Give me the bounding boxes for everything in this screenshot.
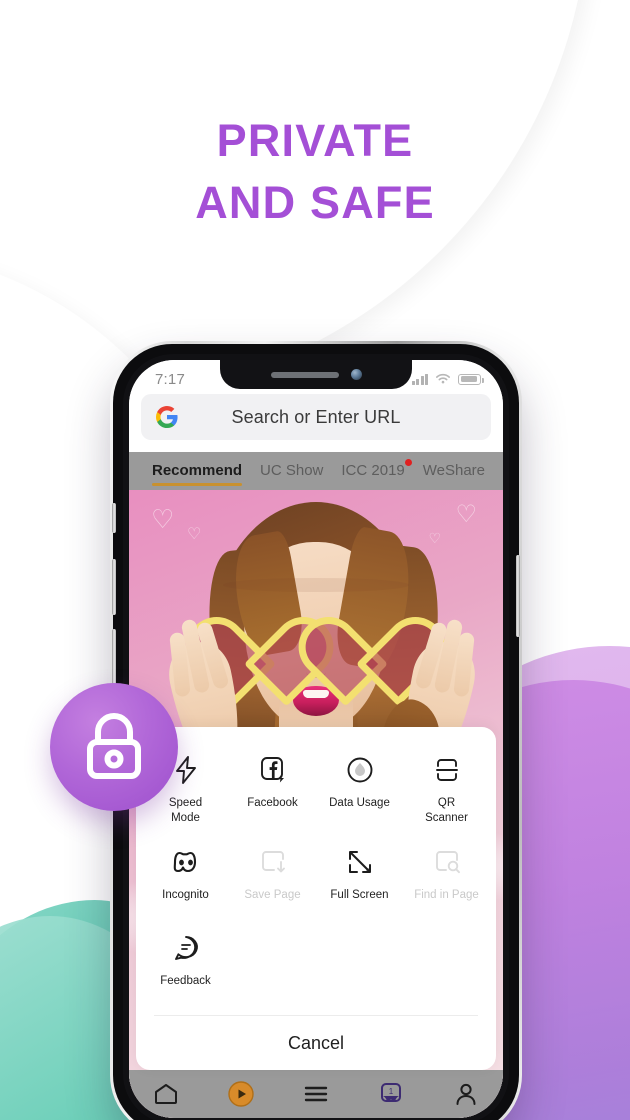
headline-line-2: AND SAFE <box>195 177 435 229</box>
tab-icc-2019[interactable]: ICC 2019 <box>332 452 413 490</box>
signal-bars-icon <box>411 373 428 385</box>
earpiece-speaker-icon <box>270 371 339 378</box>
menu-item-incognito[interactable]: Incognito <box>142 835 229 919</box>
data-usage-droplet-icon <box>345 753 375 787</box>
menu-item-label: Feedback <box>160 975 211 987</box>
menu-item-save-page[interactable]: Save Page <box>229 835 316 919</box>
menu-item-facebook[interactable]: Facebook <box>229 743 316 833</box>
find-in-page-icon <box>432 845 462 879</box>
sunglass-lens-right <box>327 580 417 658</box>
menu-item-label: Full Screen <box>330 889 389 901</box>
menu-item-qr-scanner[interactable]: QR Scanner <box>403 743 490 833</box>
tab-weshare[interactable]: WeShare <box>414 452 494 490</box>
tab-strip: Recommend UC Show ICC 2019 WeShare <box>129 452 503 490</box>
svg-text:1: 1 <box>389 1087 394 1096</box>
save-page-icon <box>258 845 288 879</box>
nav-video-button[interactable] <box>213 1073 269 1115</box>
nav-profile-button[interactable] <box>438 1073 494 1115</box>
phone-volume-up-button <box>112 559 116 615</box>
wifi-icon <box>436 373 450 384</box>
phone-volume-down-button <box>112 629 116 685</box>
search-bar-container: Search or Enter URL <box>129 392 503 452</box>
bottom-navigation-bar: 1 <box>129 1070 503 1118</box>
nav-tabs-button[interactable]: 1 <box>363 1073 419 1115</box>
full-screen-icon <box>345 845 375 879</box>
menu-item-full-screen[interactable]: Full Screen <box>316 835 403 919</box>
tab-uc-show[interactable]: UC Show <box>251 452 332 490</box>
menu-item-find-in-page[interactable]: Find in Page <box>403 835 490 919</box>
action-sheet: Speed Mode Facebook Data Usage QR Scanne… <box>136 727 496 1070</box>
promo-screenshot: PRIVATE AND SAFE 7:17 Search or Enter UR… <box>0 0 630 1120</box>
incognito-mask-icon <box>169 845 203 879</box>
nav-menu-button[interactable] <box>288 1073 344 1115</box>
home-icon <box>155 1084 178 1104</box>
menu-icon <box>304 1086 328 1102</box>
menu-item-label: Facebook <box>247 797 298 810</box>
menu-item-label: Data Usage <box>329 797 390 810</box>
phone-power-button <box>516 555 520 637</box>
facebook-icon <box>259 753 287 787</box>
tab-label: UC Show <box>260 462 324 479</box>
video-play-icon <box>228 1081 254 1107</box>
action-sheet-grid: Speed Mode Facebook Data Usage QR Scanne… <box>136 741 496 1013</box>
menu-item-feedback[interactable]: Feedback <box>142 921 229 1005</box>
menu-item-label: Find in Page <box>414 889 479 901</box>
headline-line-1: PRIVATE <box>216 115 414 166</box>
menu-item-label: Save Page <box>244 889 301 901</box>
tab-label: WeShare <box>422 462 486 479</box>
lock-icon <box>87 713 141 779</box>
phone-notch <box>220 360 412 389</box>
search-placeholder-text: Search or Enter URL <box>231 406 401 427</box>
privacy-lock-badge <box>50 683 178 811</box>
tab-label: Recommend <box>152 462 243 479</box>
search-input[interactable]: Search or Enter URL <box>141 394 491 440</box>
heart-sunglasses-icon <box>215 584 417 654</box>
qr-scanner-icon <box>432 753 462 787</box>
phone-screen: 7:17 Search or Enter URL Recommend UC Sh… <box>129 360 503 1118</box>
sunglass-lens-left <box>215 580 305 658</box>
teeth <box>303 690 329 698</box>
tab-count-incognito-icon: 1 <box>380 1083 401 1102</box>
tab-label: ICC 2019 <box>341 462 405 479</box>
status-bar-time: 7:17 <box>155 370 185 388</box>
menu-item-label: QR Scanner <box>425 797 468 824</box>
profile-person-icon <box>456 1083 476 1105</box>
tab-badge-dot <box>404 459 412 466</box>
google-logo-icon <box>156 406 178 428</box>
front-camera-icon <box>350 369 362 380</box>
menu-item-data-usage[interactable]: Data Usage <box>316 743 403 833</box>
cancel-button[interactable]: Cancel <box>136 1016 496 1070</box>
tab-recommend[interactable]: Recommend <box>143 452 251 490</box>
status-bar-icons <box>411 373 484 385</box>
feedback-bubble-icon <box>171 931 201 965</box>
battery-icon <box>458 373 484 385</box>
menu-item-label: Incognito <box>162 889 209 901</box>
headline: PRIVATE AND SAFE <box>0 110 630 234</box>
menu-item-label: Speed Mode <box>168 797 203 824</box>
nav-home-button[interactable] <box>138 1073 194 1115</box>
phone-silent-switch <box>112 503 116 533</box>
tab-e-truncated[interactable]: E <box>494 452 503 490</box>
